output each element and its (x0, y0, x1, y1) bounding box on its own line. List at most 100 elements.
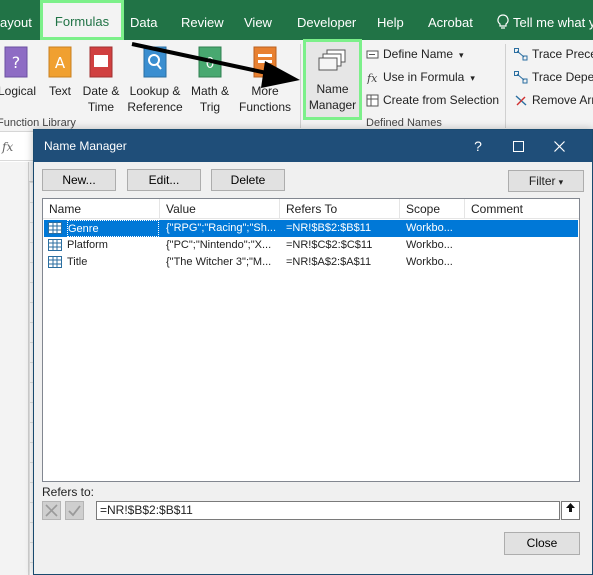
filter-button[interactable]: Filter ▾ (508, 170, 584, 192)
define-name-button[interactable]: Define Name ▾ (366, 45, 464, 63)
fx-icon[interactable]: fx (2, 140, 13, 154)
dialog-title: Name Manager (44, 139, 127, 153)
cell-value: {"The Witcher 3";"M... (166, 256, 272, 268)
tell-me-search[interactable]: Tell me what y (497, 0, 593, 40)
close-icon (553, 141, 565, 152)
calendar-icon (89, 46, 113, 78)
cell-name: Genre (67, 220, 159, 237)
cell-value: {"PC";"Nintendo";"X... (166, 239, 272, 251)
grid-selection-icon (366, 94, 379, 107)
tab-view[interactable]: View (244, 0, 284, 40)
column-header-refers-to[interactable]: Refers To (280, 199, 400, 219)
cell-name: Title (67, 256, 88, 268)
close-button[interactable]: Close (504, 532, 580, 555)
logical-button[interactable]: ? Logical (0, 44, 40, 114)
confirm-edit-button[interactable] (65, 501, 84, 520)
chevron-down-icon: ▾ (459, 50, 464, 60)
list-header: Name Value Refers To Scope Comment (43, 199, 579, 219)
column-header-comment[interactable]: Comment (465, 199, 579, 219)
math-trig-button[interactable]: θ Math & Trig (188, 44, 232, 114)
cell-scope: Workbo... (406, 239, 453, 251)
tab-help[interactable]: Help (377, 0, 413, 40)
book-icon: ? (4, 46, 28, 78)
group-separator (300, 44, 301, 128)
named-range-icon (48, 256, 62, 268)
group-separator (505, 44, 506, 128)
tab-formulas[interactable]: Formulas (40, 0, 124, 40)
create-from-selection-button[interactable]: Create from Selection (366, 91, 499, 109)
tab-data[interactable]: Data (130, 0, 170, 40)
edit-button[interactable]: Edit... (127, 169, 201, 191)
new-button[interactable]: New... (42, 169, 116, 191)
function-library-label: Function Library (0, 117, 76, 129)
cell-refers-to: =NR!$B$2:$B$11 (286, 222, 372, 234)
ribbon-body: ? Logical A Text Date & Time Lookup & Re… (0, 40, 593, 132)
ribbon-tab-bar: ayout Formulas Data Review View Develope… (0, 0, 593, 40)
collapse-dialog-button[interactable] (561, 501, 580, 520)
table-row[interactable]: Platform {"PC";"Nintendo";"X... =NR!$C$2… (44, 237, 578, 254)
table-row[interactable]: Title {"The Witcher 3";"M... =NR!$A$2:$A… (44, 254, 578, 271)
refers-to-row: =NR!$B$2:$B$11 (42, 500, 580, 522)
column-header-name[interactable]: Name (43, 199, 160, 219)
svg-text:θ: θ (206, 56, 215, 72)
close-window-button[interactable] (539, 130, 579, 162)
chevron-down-icon: ▾ (558, 177, 564, 187)
maximize-icon (512, 141, 524, 152)
cell-scope: Workbo... (406, 222, 453, 234)
math-book-icon: θ (198, 46, 222, 78)
cell-refers-to: =NR!$A$2:$A$11 (286, 256, 372, 268)
more-functions-book-icon (253, 46, 277, 78)
name-manager-button[interactable]: Name Manager (303, 39, 362, 120)
svg-text:?: ? (12, 53, 21, 72)
column-header-scope[interactable]: Scope (400, 199, 465, 219)
checkmark-icon (68, 505, 81, 517)
cell-comment (471, 220, 571, 237)
text-button[interactable]: A Text (44, 44, 76, 114)
lookup-book-icon (143, 46, 167, 78)
use-in-formula-button[interactable]: fx Use in Formula ▾ (366, 68, 475, 86)
tab-developer[interactable]: Developer (297, 0, 361, 40)
trace-dependents-icon (514, 71, 528, 84)
table-row[interactable]: Genre {"RPG";"Racing";"Sh... =NR!$B$2:$B… (44, 220, 578, 237)
chevron-down-icon: ▾ (470, 73, 475, 83)
fx-icon: fx (366, 72, 378, 85)
date-time-button[interactable]: Date & Time (80, 44, 122, 114)
cell-scope: Workbo... (406, 256, 453, 268)
maximize-button[interactable] (498, 130, 538, 162)
lightbulb-icon (497, 14, 509, 29)
names-list[interactable]: Name Value Refers To Scope Comment Genre… (42, 198, 580, 482)
trace-dependents-button[interactable]: Trace Depen (514, 68, 593, 86)
remove-arrows-icon (515, 95, 527, 106)
refers-to-label: Refers to: (42, 485, 95, 499)
remove-arrows-button[interactable]: Remove Arr (514, 91, 593, 109)
cell-comment (471, 237, 571, 254)
svg-text:A: A (55, 54, 66, 72)
defined-names-label: Defined Names (366, 117, 442, 129)
name-manager-label-2: Manager (308, 98, 357, 112)
row-header-column (0, 162, 29, 575)
cancel-edit-button[interactable] (42, 501, 61, 520)
delete-button[interactable]: Delete (211, 169, 285, 191)
cell-value: {"RPG";"Racing";"Sh... (166, 222, 277, 234)
tag-icon (366, 50, 379, 59)
name-manager-icon (318, 49, 346, 71)
dialog-title-bar[interactable]: Name Manager ? (34, 130, 592, 162)
name-manager-dialog: Name Manager ? New... Edit... Delete Fil… (33, 129, 593, 575)
cell-name: Platform (67, 239, 108, 251)
lookup-reference-button[interactable]: Lookup & Reference (124, 44, 186, 114)
x-icon (45, 504, 58, 517)
help-button[interactable]: ? (458, 130, 498, 162)
column-header-value[interactable]: Value (160, 199, 280, 219)
trace-precedents-button[interactable]: Trace Prece (514, 45, 593, 63)
named-range-icon (48, 222, 62, 234)
tab-acrobat[interactable]: Acrobat (428, 0, 478, 40)
svg-text:fx: fx (366, 72, 378, 84)
text-book-icon: A (48, 46, 72, 78)
named-range-icon (48, 239, 62, 251)
refers-to-input[interactable]: =NR!$B$2:$B$11 (96, 501, 560, 520)
tab-page-layout[interactable]: ayout (0, 0, 34, 40)
tab-review[interactable]: Review (181, 0, 231, 40)
more-functions-button[interactable]: More Functions (234, 44, 296, 114)
trace-precedents-icon (514, 48, 528, 61)
tell-me-text: Tell me what y (513, 15, 593, 30)
